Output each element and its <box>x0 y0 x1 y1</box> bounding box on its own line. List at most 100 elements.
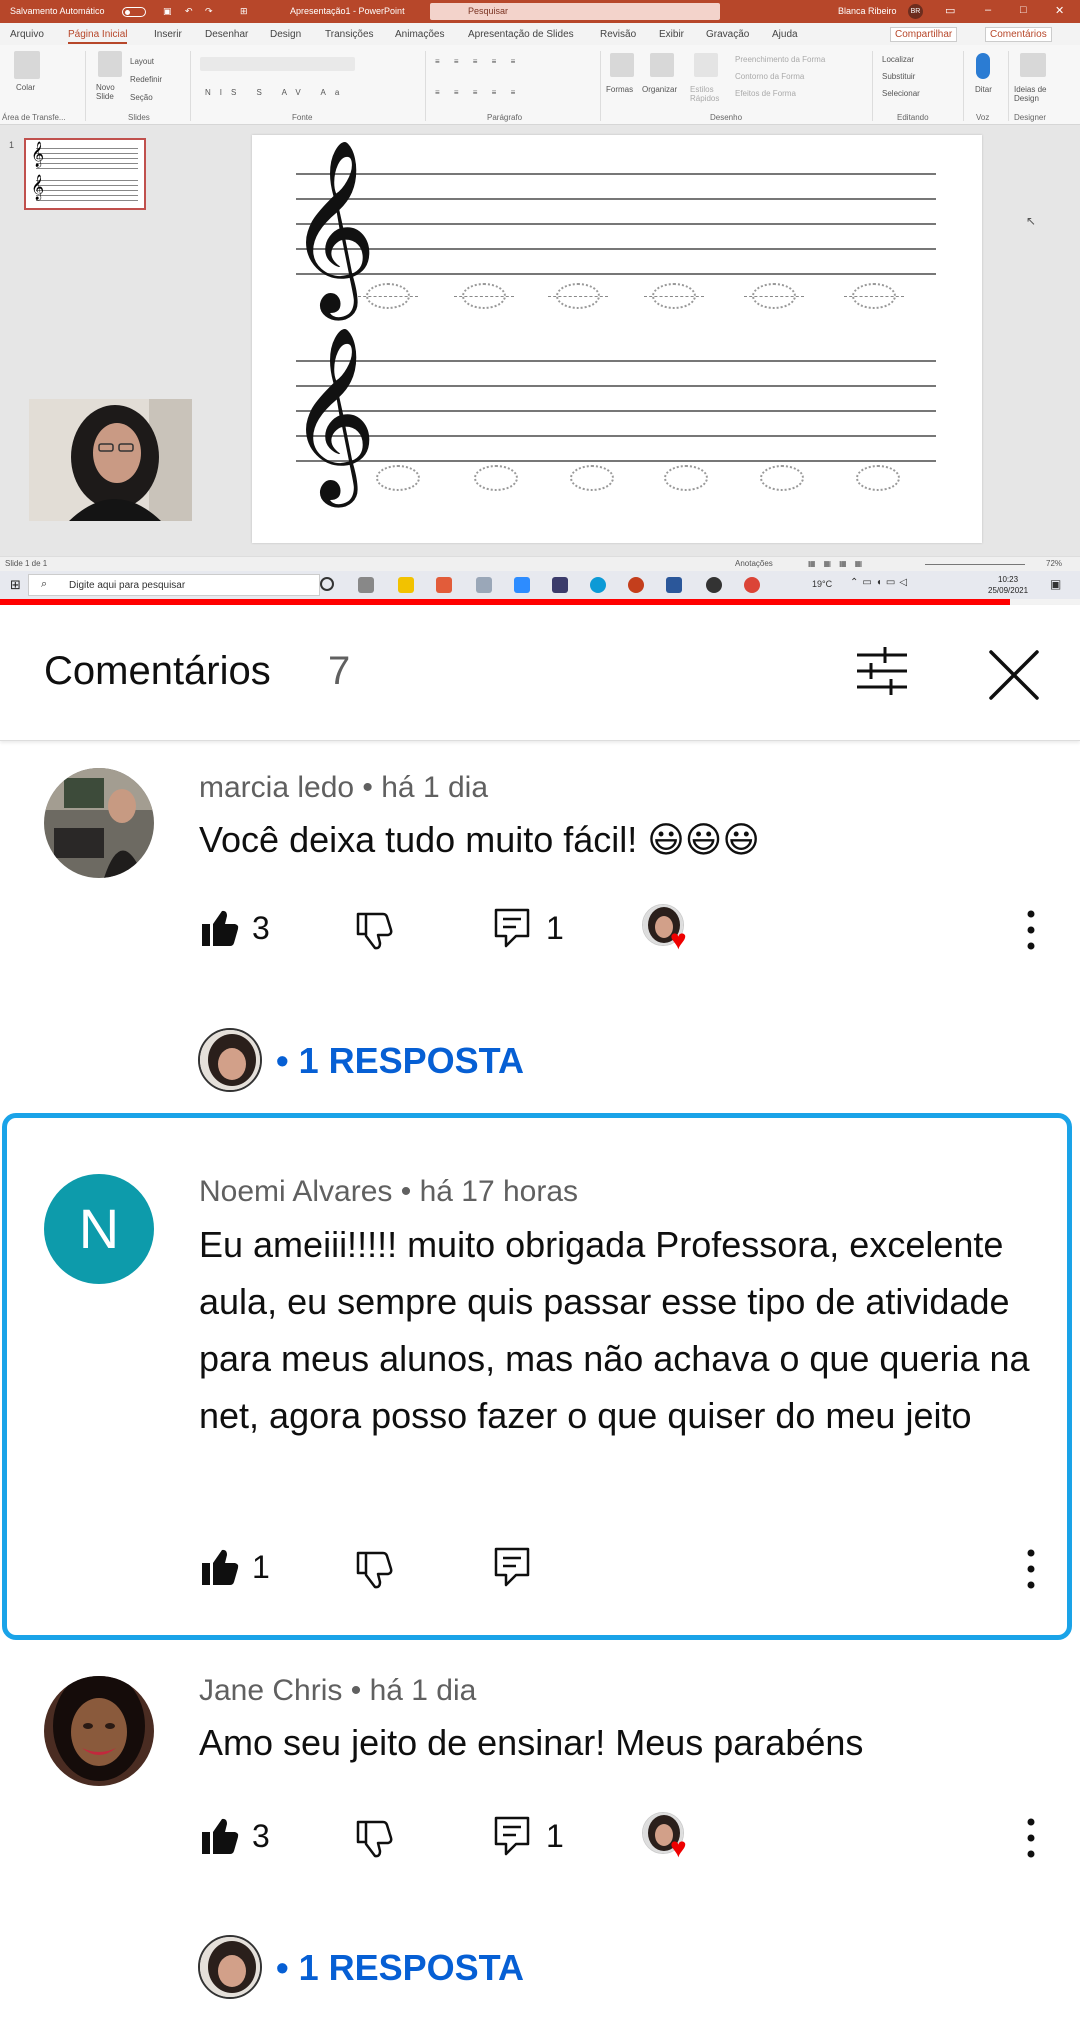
creator-heart-badge: ♥ <box>642 1812 700 1864</box>
comment-text: Eu ameiii!!!!! muito obrigada Professora… <box>199 1224 1030 1436</box>
quick-styles-label: Estilos Rápidos <box>690 85 720 103</box>
comment-item: N Noemi Alvares • há 17 horas Eu ameiii!… <box>0 1113 1080 1640</box>
chrome-icon <box>744 577 760 593</box>
powerpoint-title-bar: Salvamento Automático ▣ ↶ ↷ ⊞ Apresentaç… <box>0 0 1080 23</box>
notes-status: Anotações <box>735 559 773 568</box>
tab-view: Exibir <box>659 29 685 40</box>
powerpoint-workspace: 1 𝄞 𝄞 𝄞 𝄞 ↖ <box>0 126 1080 556</box>
select-label: Selecionar <box>882 89 920 98</box>
find-label: Localizar <box>882 55 915 64</box>
dislike-icon[interactable] <box>354 1818 394 1858</box>
comments-title: Comentários <box>44 649 271 693</box>
note-outline <box>474 465 518 491</box>
shape-fill-label: Preenchimento da Forma <box>735 55 826 64</box>
window-close-icon: ✕ <box>1055 5 1065 17</box>
comments-header: Comentários 7 <box>0 605 1080 741</box>
like-icon[interactable] <box>200 908 240 948</box>
treble-clef-icon: 𝄞 <box>288 326 377 500</box>
explorer-icon <box>398 577 414 593</box>
shape-outline-label: Contorno da Forma <box>735 72 805 81</box>
view-replies-button[interactable]: • 1 RESPOSTA <box>198 1935 598 2001</box>
microphone-icon <box>976 53 990 79</box>
dislike-icon[interactable] <box>354 910 394 950</box>
redo-icon: ↷ <box>205 6 213 16</box>
avatar-image <box>44 1676 154 1786</box>
ribbon: Colar Novo Slide Layout Redefinir Seção … <box>0 45 1080 125</box>
tab-file: Arquivo <box>10 29 44 40</box>
more-options-icon[interactable] <box>1014 908 1048 952</box>
taskbar-search-placeholder: Digite aqui para pesquisar <box>69 580 186 591</box>
user-initials-avatar: BR <box>908 4 923 19</box>
slideshow-icon: ⊞ <box>240 6 248 16</box>
quick-styles-icon <box>694 53 718 77</box>
zoom-app-icon <box>514 577 530 593</box>
more-options-icon[interactable] <box>1014 1547 1048 1591</box>
tab-recording: Gravação <box>706 29 750 40</box>
note-outline <box>454 283 514 309</box>
note-outline <box>856 465 900 491</box>
reply-icon[interactable] <box>494 1547 530 1587</box>
treble-clef-icon: 𝄞 <box>288 139 377 313</box>
group-slides: Slides <box>128 113 150 122</box>
search-icon: ⌕ <box>41 578 48 590</box>
more-options-icon[interactable] <box>1014 1816 1048 1860</box>
like-icon[interactable] <box>200 1816 240 1856</box>
app-icon <box>706 577 722 593</box>
music-staff: 𝄞 <box>288 338 936 488</box>
slide-status: Slide 1 de 1 <box>5 559 48 568</box>
design-ideas-label: Ideias de Design <box>1014 85 1047 103</box>
like-count: 3 <box>252 910 270 946</box>
powerpoint-icon <box>628 577 644 593</box>
note-outline <box>376 465 420 491</box>
comment-actions: 3 1 ♥ <box>0 1812 1080 1866</box>
paste-icon <box>14 51 40 79</box>
creator-avatar <box>198 1935 262 1999</box>
video-player[interactable]: Salvamento Automático ▣ ↶ ↷ ⊞ Apresentaç… <box>0 0 1080 605</box>
view-replies-button[interactable]: • 1 RESPOSTA <box>198 1028 598 1094</box>
note-outline <box>760 465 804 491</box>
taskbar-time: 10:23 <box>998 575 1019 584</box>
powerpoint-search: Pesquisar <box>430 3 720 20</box>
reply-icon[interactable] <box>494 908 530 948</box>
tab-home: Página Inicial <box>68 29 128 44</box>
paste-label: Colar <box>16 83 36 92</box>
app-icon <box>552 577 568 593</box>
reply-icon[interactable] <box>494 1816 530 1856</box>
shape-effects-label: Efeitos de Forma <box>735 89 796 98</box>
avatar[interactable] <box>44 1676 154 1786</box>
share-button: Compartilhar <box>890 27 958 42</box>
music-staff: 𝄞 <box>288 151 936 301</box>
avatar[interactable] <box>44 768 154 878</box>
replies-link-text: • 1 RESPOSTA <box>276 1947 524 1988</box>
comment-meta: Jane Chris • há 1 dia <box>199 1674 477 1707</box>
tab-transitions: Transições <box>325 29 374 40</box>
font-format-icons: NIS S AV Aa <box>205 88 349 97</box>
reply-count: 1 <box>546 910 564 946</box>
section-label: Seção <box>130 93 153 102</box>
word-icon <box>666 577 682 593</box>
slide-canvas: 𝄞 𝄞 <box>252 135 982 543</box>
group-paragraph: Parágrafo <box>487 113 523 122</box>
comment-item: Jane Chris • há 1 dia Amo seu jeito de e… <box>0 1646 1080 2024</box>
comment-text: Amo seu jeito de ensinar! Meus parabéns <box>199 1722 864 1763</box>
maximize-icon: □ <box>1020 4 1027 16</box>
sliders-icon[interactable] <box>855 647 909 695</box>
tab-help: Ajuda <box>772 29 798 40</box>
save-icon: ▣ <box>163 6 172 16</box>
avatar-image <box>44 768 154 878</box>
avatar[interactable]: N <box>44 1174 154 1284</box>
creator-avatar <box>198 1028 262 1092</box>
powerpoint-status-bar: Slide 1 de 1 Anotações ▦▦▦▦ 72% <box>0 556 1080 571</box>
dislike-icon[interactable] <box>354 1549 394 1589</box>
note-outline <box>664 465 708 491</box>
edge-icon <box>590 577 606 593</box>
tab-slideshow: Apresentação de Slides <box>468 29 574 40</box>
app-icon <box>436 577 452 593</box>
taskbar-clock: 10:23 25/09/2021 <box>988 574 1028 596</box>
group-voice: Voz <box>976 113 990 122</box>
close-icon[interactable] <box>987 648 1041 702</box>
windows-start-icon: ⊞ <box>10 577 21 592</box>
group-designer: Designer <box>1014 113 1047 122</box>
new-slide-label: Novo Slide <box>96 83 115 101</box>
like-icon[interactable] <box>200 1547 240 1587</box>
